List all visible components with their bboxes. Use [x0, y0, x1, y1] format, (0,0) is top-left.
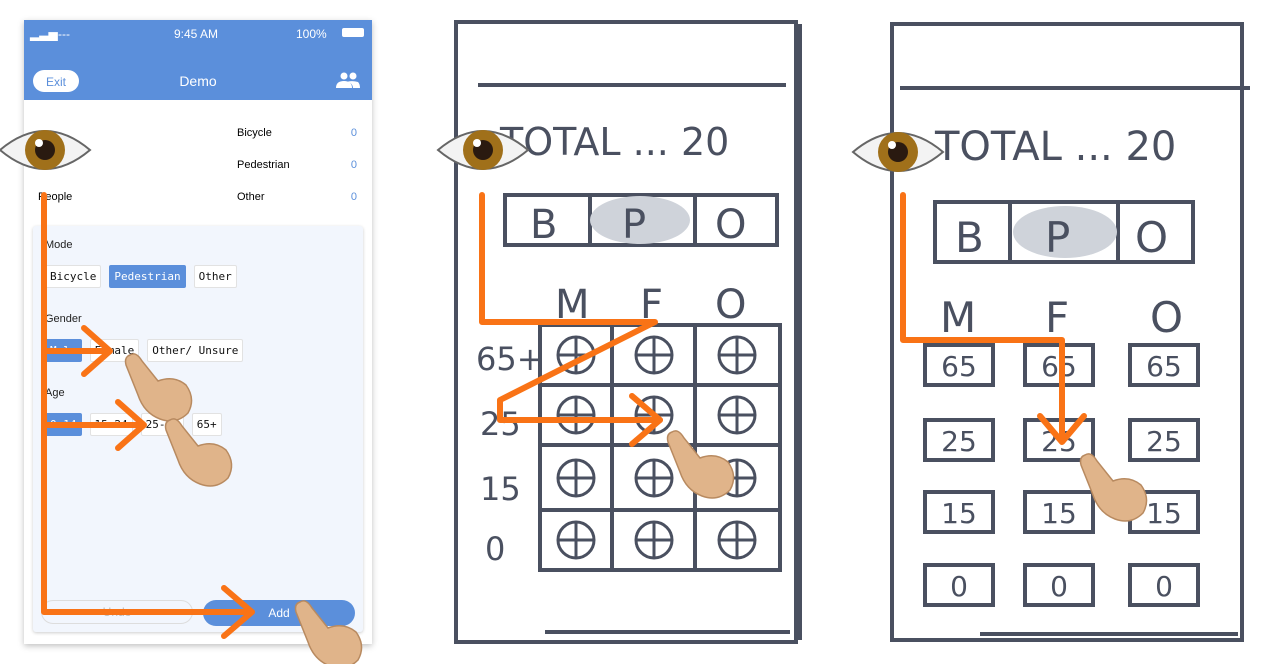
pointing-hand-icon [666, 430, 735, 499]
sketch-1-mode: B [530, 202, 557, 248]
sketch-1-frame [454, 20, 802, 644]
eye-icon [852, 131, 944, 173]
sketch-1-age: 0 [485, 530, 505, 568]
pointing-hand-icon [164, 418, 233, 487]
sketch-1-total: TOTAL ... 20 [499, 120, 729, 164]
pointing-hand-icon [294, 600, 363, 664]
age-box-label: 15 [941, 497, 977, 530]
age-box-label: 65 [1146, 350, 1182, 383]
sketch-1-mode: P [622, 202, 646, 248]
flow-arrow-phone [41, 192, 255, 639]
sketch-2-total: TOTAL ... 20 [934, 124, 1176, 170]
sketch-overlay: TOTAL ... 20 B P O M F O 65+ 25 15 0 TOT… [0, 20, 1250, 664]
sketch-2-gender: F [1045, 293, 1069, 342]
sketch-2-mode: O [1135, 213, 1168, 262]
age-box-label: 15 [1146, 497, 1182, 530]
sketch-1-gender: O [715, 282, 746, 328]
sketch-1-age: 15 [480, 470, 521, 508]
sketch-2-mode: P [1045, 213, 1070, 262]
sketch-2-gender: M [940, 293, 976, 342]
sketch-1-mode: O [715, 202, 746, 248]
sketch-1-age: 65+ [476, 340, 544, 378]
age-box-label: 0 [1050, 570, 1068, 603]
age-box-label: 0 [1155, 570, 1173, 603]
age-box-label: 25 [941, 425, 977, 458]
sketch-2-gender: O [1150, 293, 1183, 342]
age-box-label: 15 [1041, 497, 1077, 530]
eye-icon [0, 129, 91, 171]
age-box-label: 65 [941, 350, 977, 383]
age-box-label: 0 [950, 570, 968, 603]
sketch-2-mode: B [955, 213, 984, 262]
pointing-hand-icon [124, 353, 193, 422]
sketch-1-plus-buttons [556, 335, 757, 560]
age-box-label: 25 [1146, 425, 1182, 458]
pointing-hand-icon [1079, 453, 1148, 522]
